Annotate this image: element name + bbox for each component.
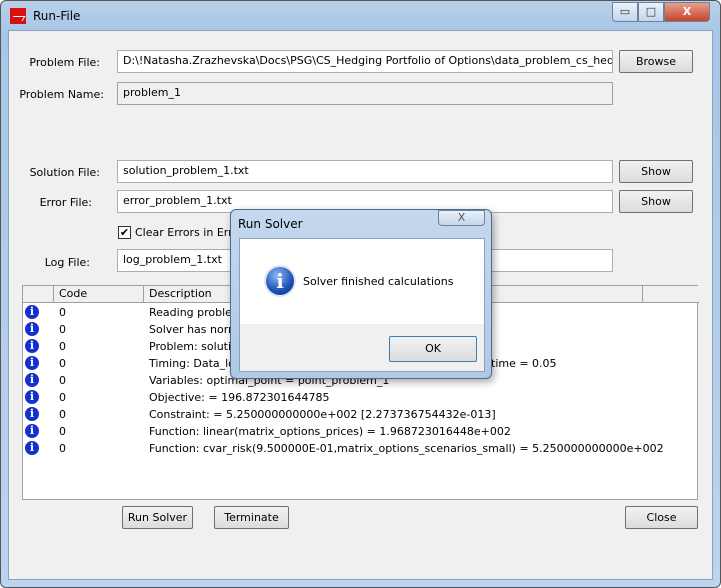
- maximize-button[interactable]: □: [638, 2, 664, 22]
- row-code: 0: [59, 340, 66, 353]
- row-code: 0: [59, 323, 66, 336]
- dialog-message: Solver finished calculations: [303, 275, 454, 288]
- info-icon: i: [25, 305, 39, 319]
- info-icon: i: [25, 407, 39, 421]
- row-code: 0: [59, 306, 66, 319]
- dialog-title: Run Solver: [238, 217, 303, 231]
- row-code: 0: [59, 408, 66, 421]
- close-button[interactable]: Close: [625, 506, 698, 529]
- info-icon: i: [264, 265, 296, 297]
- problem-file-input[interactable]: D:\!Natasha.Zrazhevska\Docs\PSG\CS_Hedgi…: [117, 50, 613, 73]
- row-code: 0: [59, 442, 66, 455]
- log-file-label: Log File:: [44, 256, 90, 269]
- header-icon[interactable]: [23, 286, 54, 303]
- info-icon: i: [25, 373, 39, 387]
- row-code: 0: [59, 357, 66, 370]
- row-description-tail: time = 0.05: [491, 357, 557, 370]
- row-description: Reading problem: [149, 306, 243, 319]
- row-description: Function: cvar_risk(9.500000E-01,matrix_…: [149, 442, 664, 455]
- table-row[interactable]: i 0 Objective: = 196.872301644785: [23, 389, 697, 406]
- clear-errors-label: Clear Errors in Error: [135, 226, 244, 239]
- error-file-label: Error File:: [39, 196, 92, 209]
- solution-file-label: Solution File:: [29, 166, 100, 179]
- problem-name-input[interactable]: problem_1: [117, 82, 613, 105]
- info-icon: i: [25, 390, 39, 404]
- info-icon: i: [25, 424, 39, 438]
- row-description: Timing: Data_loa: [149, 357, 242, 370]
- show-solution-button[interactable]: Show: [619, 160, 693, 183]
- info-icon: i: [25, 441, 39, 455]
- row-code: 0: [59, 374, 66, 387]
- window-title: Run-File: [33, 9, 81, 23]
- header-code[interactable]: Code: [54, 286, 144, 303]
- row-code: 0: [59, 391, 66, 404]
- clear-errors-checkbox[interactable]: ✔: [118, 226, 131, 239]
- table-row[interactable]: i 0 Function: cvar_risk(9.500000E-01,mat…: [23, 440, 697, 457]
- table-row[interactable]: i 0 Function: linear(matrix_options_pric…: [23, 423, 697, 440]
- info-icon: i: [25, 356, 39, 370]
- close-window-button[interactable]: X: [664, 2, 710, 22]
- show-error-button[interactable]: Show: [619, 190, 693, 213]
- row-code: 0: [59, 425, 66, 438]
- run-solver-dialog: Run Solver X i Solver finished calculati…: [230, 209, 492, 379]
- ok-button[interactable]: OK: [389, 336, 477, 362]
- row-description: Objective: = 196.872301644785: [149, 391, 330, 404]
- header-extra[interactable]: [643, 286, 699, 303]
- run-solver-button[interactable]: Run Solver: [122, 506, 193, 529]
- solution-file-input[interactable]: solution_problem_1.txt: [117, 160, 613, 183]
- row-description: Constraint: = 5.250000000000e+002 [2.273…: [149, 408, 496, 421]
- info-icon: i: [25, 322, 39, 336]
- problem-name-label: Problem Name:: [19, 88, 104, 101]
- problem-file-label: Problem File:: [29, 56, 100, 69]
- info-icon: i: [25, 339, 39, 353]
- table-row[interactable]: i 0 Constraint: = 5.250000000000e+002 [2…: [23, 406, 697, 423]
- dialog-close-button[interactable]: X: [438, 210, 485, 226]
- browse-button[interactable]: Browse: [619, 50, 693, 73]
- terminate-button[interactable]: Terminate: [214, 506, 289, 529]
- minimize-button[interactable]: ▭: [612, 2, 638, 22]
- app-icon: [10, 8, 26, 24]
- row-description: Function: linear(matrix_options_prices) …: [149, 425, 511, 438]
